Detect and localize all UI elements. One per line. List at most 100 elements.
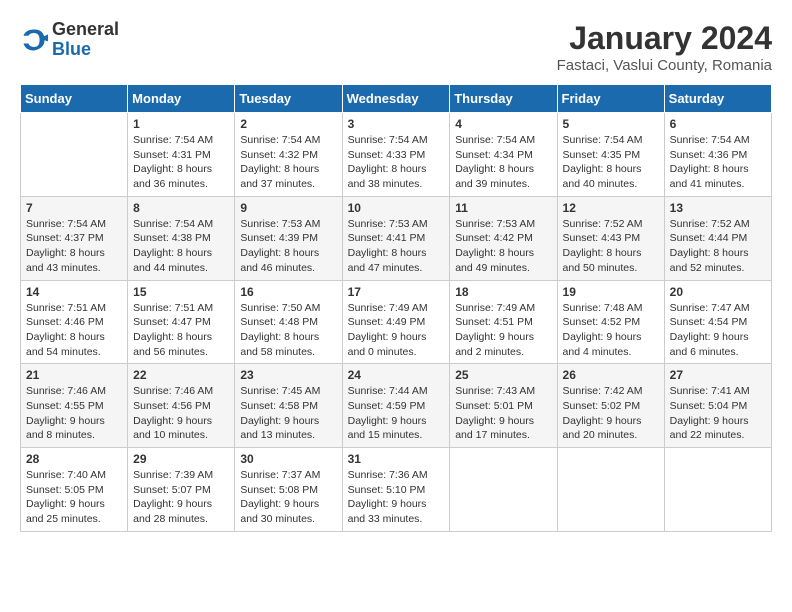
weekday-header: Wednesday xyxy=(342,85,450,113)
calendar-cell: 4 Sunrise: 7:54 AM Sunset: 4:34 PM Daylig… xyxy=(450,113,557,197)
day-number: 14 xyxy=(26,285,122,299)
day-number: 10 xyxy=(348,201,445,215)
day-number: 25 xyxy=(455,368,551,382)
calendar-cell: 17 Sunrise: 7:49 AM Sunset: 4:49 PM Dayli… xyxy=(342,280,450,364)
day-info: Sunrise: 7:49 AM Sunset: 4:51 PM Dayligh… xyxy=(455,301,551,360)
day-number: 17 xyxy=(348,285,445,299)
day-info: Sunrise: 7:40 AM Sunset: 5:05 PM Dayligh… xyxy=(26,468,122,527)
main-title: January 2024 xyxy=(557,20,772,57)
day-number: 12 xyxy=(563,201,659,215)
calendar-cell xyxy=(21,113,128,197)
calendar-cell: 31Sunrise: 7:36 AM Sunset: 5:10 PM Dayli… xyxy=(342,448,450,532)
day-info: Sunrise: 7:46 AM Sunset: 4:55 PM Dayligh… xyxy=(26,384,122,443)
calendar-cell: 29 Sunrise: 7:39 AM Sunset: 5:07 PM Dayli… xyxy=(128,448,235,532)
day-info: Sunrise: 7:53 AM Sunset: 4:39 PM Dayligh… xyxy=(240,217,336,276)
calendar-week-row: 1 Sunrise: 7:54 AM Sunset: 4:31 PM Daylig… xyxy=(21,113,772,197)
day-info: Sunrise: 7:54 AM Sunset: 4:35 PM Dayligh… xyxy=(563,133,659,192)
day-number: 4 xyxy=(455,117,551,131)
calendar-header-row: SundayMondayTuesdayWednesdayThursdayFrid… xyxy=(21,85,772,113)
calendar-cell: 20Sunrise: 7:47 AM Sunset: 4:54 PM Dayli… xyxy=(664,280,771,364)
day-number: 16 xyxy=(240,285,336,299)
day-info: Sunrise: 7:42 AM Sunset: 5:02 PM Dayligh… xyxy=(563,384,659,443)
day-number: 15 xyxy=(133,285,229,299)
calendar-cell: 23 Sunrise: 7:45 AM Sunset: 4:58 PM Dayli… xyxy=(235,364,342,448)
day-info: Sunrise: 7:39 AM Sunset: 5:07 PM Dayligh… xyxy=(133,468,229,527)
calendar-cell: 28 Sunrise: 7:40 AM Sunset: 5:05 PM Dayli… xyxy=(21,448,128,532)
day-number: 24 xyxy=(348,368,445,382)
day-number: 2 xyxy=(240,117,336,131)
logo-text: General Blue xyxy=(52,20,119,60)
day-info: Sunrise: 7:54 AM Sunset: 4:34 PM Dayligh… xyxy=(455,133,551,192)
day-number: 31 xyxy=(348,452,445,466)
day-info: Sunrise: 7:53 AM Sunset: 4:42 PM Dayligh… xyxy=(455,217,551,276)
day-number: 11 xyxy=(455,201,551,215)
day-info: Sunrise: 7:54 AM Sunset: 4:32 PM Dayligh… xyxy=(240,133,336,192)
day-info: Sunrise: 7:43 AM Sunset: 5:01 PM Dayligh… xyxy=(455,384,551,443)
calendar-cell: 24 Sunrise: 7:44 AM Sunset: 4:59 PM Dayli… xyxy=(342,364,450,448)
day-number: 8 xyxy=(133,201,229,215)
calendar-cell: 30 Sunrise: 7:37 AM Sunset: 5:08 PM Dayli… xyxy=(235,448,342,532)
calendar-cell: 25 Sunrise: 7:43 AM Sunset: 5:01 PM Dayli… xyxy=(450,364,557,448)
weekday-header: Tuesday xyxy=(235,85,342,113)
day-number: 7 xyxy=(26,201,122,215)
calendar-cell xyxy=(557,448,664,532)
calendar-cell: 15 Sunrise: 7:51 AM Sunset: 4:47 PM Dayli… xyxy=(128,280,235,364)
calendar-cell: 12Sunrise: 7:52 AM Sunset: 4:43 PM Dayli… xyxy=(557,196,664,280)
day-info: Sunrise: 7:52 AM Sunset: 4:44 PM Dayligh… xyxy=(670,217,766,276)
day-info: Sunrise: 7:46 AM Sunset: 4:56 PM Dayligh… xyxy=(133,384,229,443)
day-number: 1 xyxy=(133,117,229,131)
day-info: Sunrise: 7:50 AM Sunset: 4:48 PM Dayligh… xyxy=(240,301,336,360)
day-info: Sunrise: 7:54 AM Sunset: 4:31 PM Dayligh… xyxy=(133,133,229,192)
day-number: 19 xyxy=(563,285,659,299)
calendar: SundayMondayTuesdayWednesdayThursdayFrid… xyxy=(20,84,772,532)
calendar-cell: 13Sunrise: 7:52 AM Sunset: 4:44 PM Dayli… xyxy=(664,196,771,280)
calendar-cell: 19Sunrise: 7:48 AM Sunset: 4:52 PM Dayli… xyxy=(557,280,664,364)
day-number: 28 xyxy=(26,452,122,466)
calendar-cell: 11 Sunrise: 7:53 AM Sunset: 4:42 PM Dayli… xyxy=(450,196,557,280)
day-number: 29 xyxy=(133,452,229,466)
logo-icon xyxy=(20,26,48,54)
day-info: Sunrise: 7:51 AM Sunset: 4:47 PM Dayligh… xyxy=(133,301,229,360)
calendar-week-row: 28 Sunrise: 7:40 AM Sunset: 5:05 PM Dayli… xyxy=(21,448,772,532)
calendar-cell: 8 Sunrise: 7:54 AM Sunset: 4:38 PM Daylig… xyxy=(128,196,235,280)
day-number: 20 xyxy=(670,285,766,299)
calendar-cell: 18Sunrise: 7:49 AM Sunset: 4:51 PM Dayli… xyxy=(450,280,557,364)
day-info: Sunrise: 7:54 AM Sunset: 4:38 PM Dayligh… xyxy=(133,217,229,276)
calendar-cell: 9 Sunrise: 7:53 AM Sunset: 4:39 PM Daylig… xyxy=(235,196,342,280)
calendar-cell xyxy=(450,448,557,532)
calendar-cell: 7 Sunrise: 7:54 AM Sunset: 4:37 PM Daylig… xyxy=(21,196,128,280)
calendar-cell: 14 Sunrise: 7:51 AM Sunset: 4:46 PM Dayli… xyxy=(21,280,128,364)
day-info: Sunrise: 7:41 AM Sunset: 5:04 PM Dayligh… xyxy=(670,384,766,443)
day-number: 27 xyxy=(670,368,766,382)
calendar-week-row: 14 Sunrise: 7:51 AM Sunset: 4:46 PM Dayli… xyxy=(21,280,772,364)
day-info: Sunrise: 7:44 AM Sunset: 4:59 PM Dayligh… xyxy=(348,384,445,443)
day-info: Sunrise: 7:49 AM Sunset: 4:49 PM Dayligh… xyxy=(348,301,445,360)
day-info: Sunrise: 7:54 AM Sunset: 4:36 PM Dayligh… xyxy=(670,133,766,192)
calendar-cell: 10 Sunrise: 7:53 AM Sunset: 4:41 PM Dayli… xyxy=(342,196,450,280)
day-number: 30 xyxy=(240,452,336,466)
calendar-cell: 27 Sunrise: 7:41 AM Sunset: 5:04 PM Dayli… xyxy=(664,364,771,448)
logo: General Blue xyxy=(20,20,119,60)
calendar-cell: 26 Sunrise: 7:42 AM Sunset: 5:02 PM Dayli… xyxy=(557,364,664,448)
day-info: Sunrise: 7:53 AM Sunset: 4:41 PM Dayligh… xyxy=(348,217,445,276)
day-info: Sunrise: 7:37 AM Sunset: 5:08 PM Dayligh… xyxy=(240,468,336,527)
day-info: Sunrise: 7:51 AM Sunset: 4:46 PM Dayligh… xyxy=(26,301,122,360)
day-number: 3 xyxy=(348,117,445,131)
day-number: 23 xyxy=(240,368,336,382)
header: General Blue January 2024 Fastaci, Vaslu… xyxy=(20,20,772,74)
calendar-cell: 5 Sunrise: 7:54 AM Sunset: 4:35 PM Daylig… xyxy=(557,113,664,197)
calendar-cell: 2 Sunrise: 7:54 AM Sunset: 4:32 PM Daylig… xyxy=(235,113,342,197)
day-info: Sunrise: 7:45 AM Sunset: 4:58 PM Dayligh… xyxy=(240,384,336,443)
calendar-cell: 1 Sunrise: 7:54 AM Sunset: 4:31 PM Daylig… xyxy=(128,113,235,197)
weekday-header: Friday xyxy=(557,85,664,113)
day-info: Sunrise: 7:54 AM Sunset: 4:37 PM Dayligh… xyxy=(26,217,122,276)
calendar-cell: 21Sunrise: 7:46 AM Sunset: 4:55 PM Dayli… xyxy=(21,364,128,448)
day-number: 26 xyxy=(563,368,659,382)
calendar-cell: 22Sunrise: 7:46 AM Sunset: 4:56 PM Dayli… xyxy=(128,364,235,448)
calendar-cell: 6Sunrise: 7:54 AM Sunset: 4:36 PM Daylig… xyxy=(664,113,771,197)
subtitle: Fastaci, Vaslui County, Romania xyxy=(557,57,772,74)
day-info: Sunrise: 7:54 AM Sunset: 4:33 PM Dayligh… xyxy=(348,133,445,192)
day-number: 9 xyxy=(240,201,336,215)
day-number: 5 xyxy=(563,117,659,131)
calendar-week-row: 7 Sunrise: 7:54 AM Sunset: 4:37 PM Daylig… xyxy=(21,196,772,280)
